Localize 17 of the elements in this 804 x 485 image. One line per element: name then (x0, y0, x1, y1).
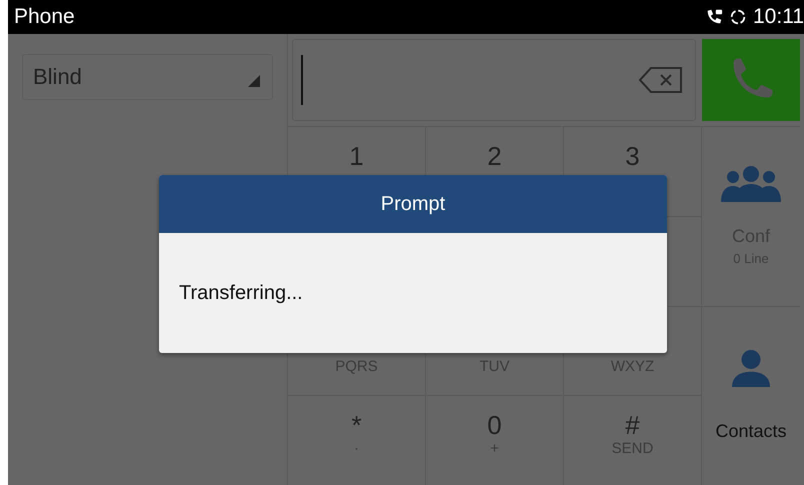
dial-input-field[interactable] (292, 39, 696, 121)
side-button[interactable]: Contacts (702, 306, 800, 485)
app-title: Phone (14, 5, 75, 29)
dialog-title: Prompt (159, 175, 667, 233)
backspace-icon[interactable] (639, 66, 683, 94)
person-icon (732, 349, 770, 388)
keypad-key[interactable]: 0 + (426, 395, 564, 485)
caret-icon (248, 75, 260, 87)
sync-icon (729, 8, 747, 26)
dialog-message: Transferring... (179, 282, 303, 304)
group-icon (721, 166, 781, 202)
clock-time: 10:11 (753, 5, 804, 29)
text-cursor (301, 55, 303, 105)
transfer-mode-dropdown[interactable]: Blind (22, 54, 273, 100)
keypad-key[interactable]: * · (288, 395, 426, 485)
call-button[interactable] (702, 39, 800, 121)
call-icon (705, 8, 723, 26)
